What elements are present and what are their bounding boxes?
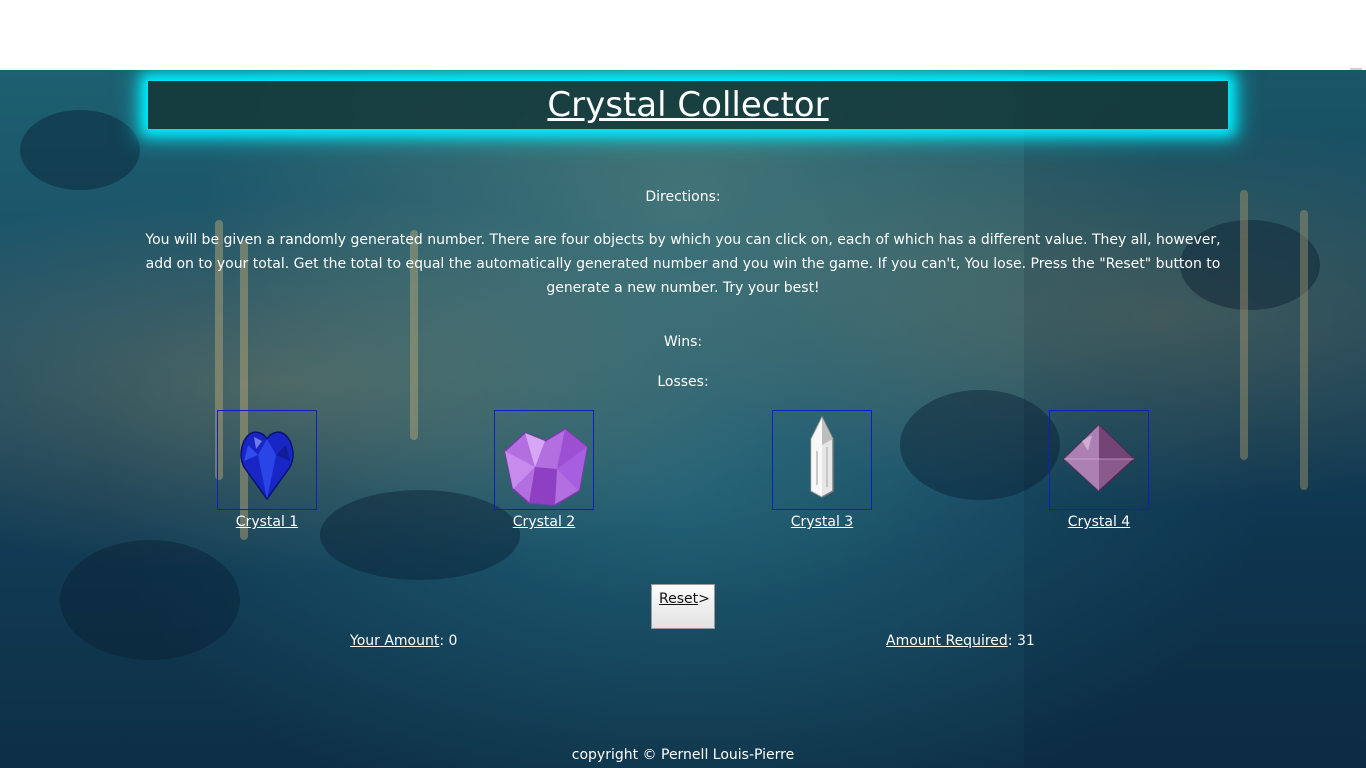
- reset-button[interactable]: Reset>: [651, 584, 715, 629]
- crystal-1-button[interactable]: [217, 410, 317, 510]
- header-bar: Crystal Collector: [148, 81, 1228, 129]
- amount-required-label: Amount Required: [886, 633, 1008, 649]
- reset-button-label: Reset: [659, 591, 699, 607]
- crystal-2-button[interactable]: [494, 410, 594, 510]
- footer-copyright: copyright © Pernell Louis-Pierre: [571, 747, 795, 763]
- losses-label: Losses:: [657, 374, 709, 390]
- reset-button-arrow: >: [698, 591, 710, 607]
- violet-octahedron-crystal-icon: [1062, 423, 1136, 493]
- page-title: Crystal Collector: [547, 85, 829, 125]
- crystal-3-button[interactable]: [772, 410, 872, 510]
- crystal-4[interactable]: Crystal 4: [1049, 410, 1149, 530]
- your-amount-label: Your Amount: [350, 633, 440, 649]
- clear-quartz-crystal-icon: [810, 415, 834, 498]
- wins-label: Wins:: [663, 334, 703, 350]
- crystal-4-label[interactable]: Crystal 4: [1049, 514, 1149, 530]
- crystal-1[interactable]: Crystal 1: [217, 410, 317, 530]
- directions-text: You will be given a randomly generated n…: [145, 232, 1221, 296]
- your-amount: Your Amount: 0: [350, 633, 458, 649]
- amount-required: Amount Required: 31: [886, 633, 1035, 649]
- your-amount-value: 0: [448, 633, 458, 649]
- purple-crystal-cluster-icon: [504, 428, 588, 506]
- crystal-3[interactable]: Crystal 3: [772, 410, 872, 530]
- directions-label: Directions:: [645, 189, 721, 205]
- crystal-1-label[interactable]: Crystal 1: [217, 514, 317, 530]
- background-blot: [320, 490, 520, 580]
- background-blot: [20, 110, 140, 190]
- crystal-4-button[interactable]: [1049, 410, 1149, 510]
- crystal-2[interactable]: Crystal 2: [494, 410, 594, 530]
- page-background: Crystal Collector Directions: You will b…: [0, 70, 1366, 768]
- crystal-3-label[interactable]: Crystal 3: [772, 514, 872, 530]
- background-blot: [60, 540, 240, 660]
- blue-heart-crystal-icon: [240, 431, 294, 501]
- crystal-2-label[interactable]: Crystal 2: [494, 514, 594, 530]
- amount-required-value: 31: [1016, 633, 1035, 649]
- browser-top-area: [0, 0, 1366, 70]
